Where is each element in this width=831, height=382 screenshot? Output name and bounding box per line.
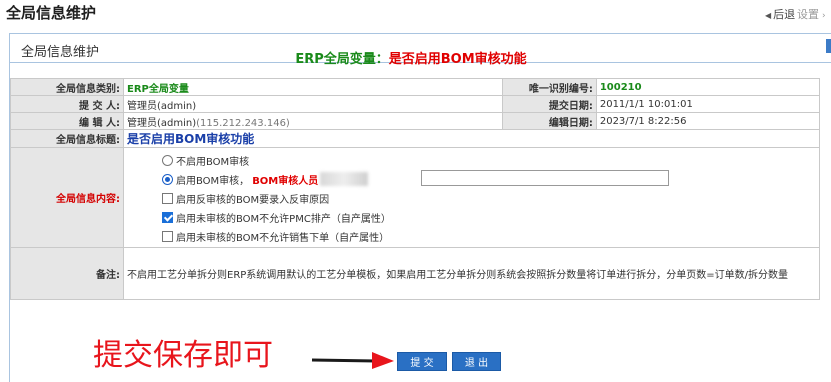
settings-label: 设置	[797, 8, 819, 21]
heading-value: 是否启用BOM审核功能	[388, 52, 527, 67]
option-label: 启用反审核的BOM要录入反审原因	[176, 194, 330, 206]
heading-prefix: ERP全局变量：	[295, 52, 389, 67]
note-label: 备注:	[10, 247, 124, 300]
exit-button[interactable]: 退 出	[452, 352, 501, 371]
table-row: 提 交 人: 管理员(admin) 提交日期: 2011/1/1 10:01:0…	[10, 95, 821, 113]
submit-button[interactable]: 提 交	[397, 352, 447, 371]
note-value: 不启用工艺分单拆分则ERP系统调用默认的工艺分单模板，如果启用工艺分单拆分则系统…	[123, 247, 820, 300]
top-bar: 全局信息维护 ◀ 后退 设置 ›	[0, 0, 831, 26]
table-row: 备注: 不启用工艺分单拆分则ERP系统调用默认的工艺分单模板，如果启用工艺分单拆…	[10, 247, 820, 300]
settings-link[interactable]: 设置 ›	[797, 6, 826, 22]
back-arrow-icon: ◀	[765, 11, 772, 20]
form-heading: ERP全局变量：是否启用BOM审核功能	[0, 48, 822, 67]
editor-ip: (115.212.243.146)	[196, 117, 290, 129]
approver-input[interactable]	[421, 170, 669, 186]
option-label: 启用未审核的BOM不允许销售下单（自产属性）	[176, 232, 390, 244]
info-title-label: 全局信息标题:	[10, 129, 124, 148]
edit-date-label: 编辑日期:	[501, 112, 597, 130]
info-form-table: 全局信息类别: ERP全局变量 唯一识别编号: 100210 提 交 人: 管理…	[10, 78, 821, 300]
unique-id-value-text: 100210	[599, 81, 642, 93]
category-label: 全局信息类别:	[10, 78, 124, 96]
page-title: 全局信息维护	[6, 4, 97, 22]
blurred-name	[320, 172, 369, 186]
back-link[interactable]: ◀ 后退	[765, 6, 795, 22]
options-list: 不启用BOM审核 启用BOM审核， BOM审核人员 启用反审核的BOM要录入反审…	[124, 148, 819, 247]
submit-date-value: 2011/1/1 10:01:01	[595, 95, 821, 113]
table-row: 编 辑 人: 管理员(admin)(115.212.243.146) 编辑日期:…	[10, 112, 821, 130]
option-block-pmc[interactable]: 启用未审核的BOM不允许PMC排产（自产属性）	[162, 209, 391, 225]
editor-name: 管理员(admin)	[127, 117, 197, 129]
radio-checked-icon[interactable]	[162, 173, 173, 185]
unique-id-value: 100210	[595, 78, 821, 96]
option-enable-bom-audit[interactable]: 启用BOM审核， BOM审核人员	[162, 170, 682, 187]
table-row: 全局信息标题: 是否启用BOM审核功能	[10, 129, 820, 148]
approver-label: BOM审核人员	[252, 175, 319, 187]
checkbox-icon[interactable]	[162, 230, 173, 242]
edit-date-value: 2023/7/1 8:22:56	[595, 112, 821, 130]
panel-corner-button[interactable]	[826, 39, 831, 53]
option-label: 不启用BOM审核	[176, 156, 250, 168]
editor-value: 管理员(admin)(115.212.243.146)	[123, 112, 503, 130]
annotation-arrow-icon	[311, 352, 394, 369]
content-label: 全局信息内容:	[10, 147, 124, 248]
content-value: 不启用BOM审核 启用BOM审核， BOM审核人员 启用反审核的BOM要录入反审…	[123, 147, 820, 248]
radio-icon[interactable]	[162, 154, 173, 166]
table-row: 全局信息内容: 不启用BOM审核 启用BOM审核， BOM审核人员 启用反审核的…	[10, 147, 820, 248]
submit-date-label: 提交日期:	[501, 95, 597, 113]
submitter-value: 管理员(admin)	[123, 95, 503, 113]
option-label: 启用未审核的BOM不允许PMC排产（自产属性）	[176, 213, 391, 225]
option-disable-bom-audit[interactable]: 不启用BOM审核	[162, 152, 249, 168]
info-title-text: 是否启用BOM审核功能	[127, 132, 255, 146]
unique-id-label: 唯一识别编号:	[501, 78, 597, 96]
info-title-value: 是否启用BOM审核功能	[123, 129, 820, 148]
checkbox-checked-icon[interactable]	[162, 211, 173, 223]
category-value-text: ERP全局变量	[127, 83, 189, 95]
category-value: ERP全局变量	[123, 78, 503, 96]
checkbox-icon[interactable]	[162, 192, 173, 204]
editor-label: 编 辑 人:	[10, 112, 124, 130]
submitter-label: 提 交 人:	[10, 95, 124, 113]
option-block-sales[interactable]: 启用未审核的BOM不允许销售下单（自产属性）	[162, 228, 389, 244]
option-label: 启用BOM审核，	[176, 175, 250, 187]
back-label: 后退	[773, 8, 796, 21]
option-reverse-audit-reason[interactable]: 启用反审核的BOM要录入反审原因	[162, 190, 329, 206]
annotation-text: 提交保存即可	[93, 338, 273, 373]
chevron-right-icon: ›	[822, 11, 826, 21]
table-row: 全局信息类别: ERP全局变量 唯一识别编号: 100210	[10, 78, 821, 96]
